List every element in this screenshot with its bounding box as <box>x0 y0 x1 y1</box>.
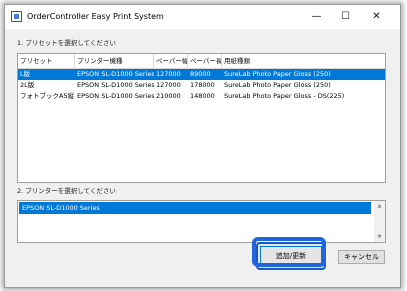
cell-preset: 2L版 <box>20 81 35 89</box>
app-icon <box>11 11 22 22</box>
table-row[interactable]: L版 EPSON SL-D1000 Series 127000 89000 Su… <box>18 69 385 80</box>
scroll-up-icon[interactable]: ▲ <box>374 201 385 211</box>
cancel-button[interactable]: キャンセル <box>338 250 385 264</box>
cell-paper-width: 127000 <box>156 81 181 89</box>
column-header-printer[interactable]: プリンター機種 <box>75 54 154 68</box>
add-update-button[interactable]: 追加/更新 <box>256 242 326 270</box>
cell-printer: EPSON SL-D1000 Series <box>77 70 154 78</box>
column-header-preset[interactable]: プリセット <box>18 54 75 68</box>
table-row[interactable]: 2L版 EPSON SL-D1000 Series 127000 178000 … <box>18 80 385 91</box>
cell-paper-type: SureLab Photo Paper Gloss (250) <box>224 70 331 78</box>
column-header-paper-type[interactable]: 用紙種類 <box>222 54 385 68</box>
table-row[interactable]: フォトブックA5縦 EPSON SL-D1000 Series 210000 1… <box>18 91 385 102</box>
printer-section-label: 2. プリンターを選択してください <box>17 187 116 195</box>
cell-preset: フォトブックA5縦 <box>20 92 75 100</box>
cell-paper-length: 89000 <box>190 70 211 78</box>
close-icon[interactable]: ✕ <box>362 5 391 29</box>
cell-paper-length: 178000 <box>190 81 215 89</box>
minimize-icon[interactable]: — <box>302 5 331 29</box>
preset-section-label: 1. プリセットを選択してください <box>17 39 116 47</box>
cell-preset: L版 <box>20 70 31 78</box>
maximize-icon[interactable]: ☐ <box>331 5 360 29</box>
title-bar[interactable]: OrderController Easy Print System — ☐ ✕ <box>5 5 400 29</box>
table-header: プリセット プリンター機種 ペーパー幅 ペーパー長 用紙種類 <box>18 54 385 69</box>
column-header-paper-length[interactable]: ペーパー長 <box>188 54 222 68</box>
cell-paper-length: 148000 <box>190 92 215 100</box>
preset-table[interactable]: プリセット プリンター機種 ペーパー幅 ペーパー長 用紙種類 L版 EPSON … <box>17 53 386 183</box>
cell-paper-type: SureLab Photo Paper Gloss (250) <box>224 81 331 89</box>
cell-paper-type: SureLab Photo Paper Gloss - DS(225) <box>224 92 345 100</box>
printer-list[interactable]: EPSON SL-D1000 Series ▲ ▼ <box>17 200 386 243</box>
cell-printer: EPSON SL-D1000 Series <box>77 81 154 89</box>
window-title: OrderController Easy Print System <box>27 12 164 21</box>
cell-paper-width: 210000 <box>156 92 181 100</box>
vertical-scrollbar[interactable]: ▲ ▼ <box>374 201 385 242</box>
cell-printer: EPSON SL-D1000 Series <box>77 92 154 100</box>
dialog-window: OrderController Easy Print System — ☐ ✕ … <box>4 4 401 288</box>
cell-paper-width: 127000 <box>156 70 181 78</box>
column-header-paper-width[interactable]: ペーパー幅 <box>154 54 188 68</box>
scroll-down-icon[interactable]: ▼ <box>374 232 385 242</box>
list-item[interactable]: EPSON SL-D1000 Series <box>19 202 371 214</box>
